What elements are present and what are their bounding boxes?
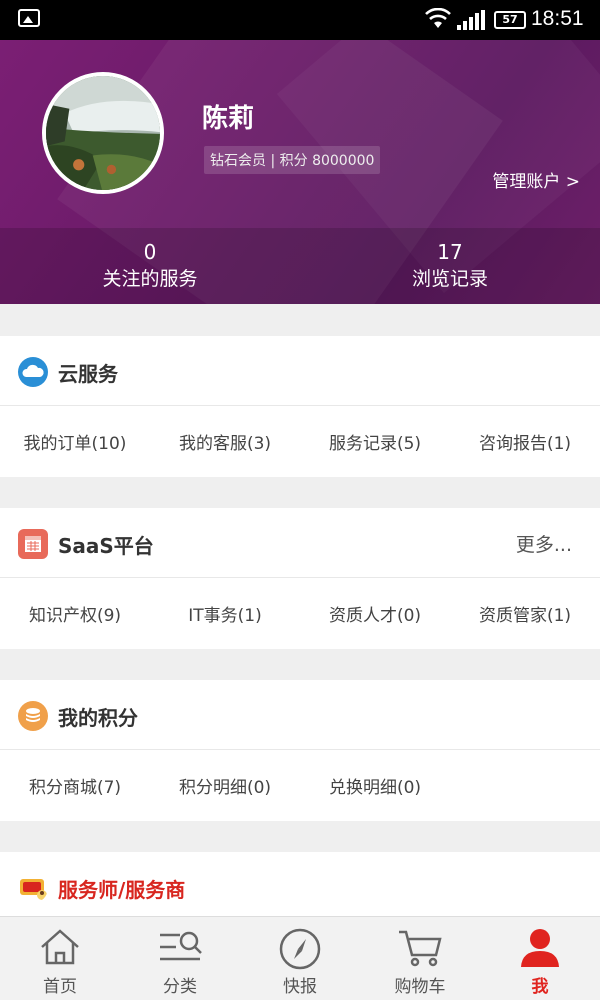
nav-label: 快报: [283, 977, 317, 997]
saas-platform-section: SaaS平台 更多... 知识产权(9) IT事务(1) 资质人才(0) 资质管…: [0, 508, 600, 649]
battery-icon: 57: [494, 11, 526, 29]
servicers-section[interactable]: 服务师/服务商: [0, 852, 600, 916]
nav-news[interactable]: 快报: [240, 917, 360, 1000]
user-name: 陈莉: [202, 104, 255, 134]
section-header: 云服务: [0, 336, 600, 406]
status-bar: 57 18:51: [0, 0, 600, 40]
nav-cart[interactable]: 购物车: [360, 917, 480, 1000]
membership-info: 钻石会员 | 积分 8000000: [204, 146, 381, 174]
section-header: 我的积分: [0, 680, 600, 750]
nav-category[interactable]: 分类: [120, 917, 240, 1000]
manage-account-link[interactable]: 管理账户 >: [492, 167, 580, 192]
nav-label: 我: [531, 977, 549, 997]
calendar-icon: [18, 529, 48, 559]
cloud-services-section: 云服务 我的订单(10) 我的客服(3) 服务记录(5) 咨询报告(1): [0, 336, 600, 477]
compass-icon: [279, 928, 321, 970]
service-records-link[interactable]: 服务记录(5): [300, 429, 450, 454]
profile-header: 陈莉 钻石会员 | 积分 8000000 管理账户 > 0 关注的服务 17 浏…: [0, 40, 600, 304]
followed-services-stat[interactable]: 0 关注的服务: [0, 228, 300, 304]
ip-link[interactable]: 知识产权(9): [0, 601, 150, 626]
section-items: 积分商城(7) 积分明细(0) 兑换明细(0): [0, 750, 600, 821]
section-title: SaaS平台: [58, 534, 154, 558]
gallery-notification-icon: [18, 9, 40, 27]
cloud-icon: [18, 357, 48, 387]
section-items: 我的订单(10) 我的客服(3) 服务记录(5) 咨询报告(1): [0, 406, 600, 477]
wifi-icon: [425, 8, 451, 28]
browse-history-stat[interactable]: 17 浏览记录: [300, 228, 600, 304]
coin-stack-icon: [18, 701, 48, 731]
qualification-manager-link[interactable]: 资质管家(1): [450, 601, 600, 626]
exchange-detail-link[interactable]: 兑换明细(0): [300, 773, 450, 798]
avatar[interactable]: [42, 72, 164, 194]
nav-me[interactable]: 我: [480, 917, 600, 1000]
section-header: SaaS平台 更多...: [0, 508, 600, 578]
section-header: 服务师/服务商: [0, 852, 600, 922]
home-icon: [41, 929, 79, 965]
stat-label: 浏览记录: [411, 268, 488, 290]
points-mall-link[interactable]: 积分商城(7): [0, 773, 150, 798]
my-points-section: 我的积分 积分商城(7) 积分明细(0) 兑换明细(0): [0, 680, 600, 821]
section-title: 我的积分: [58, 706, 138, 730]
servicer-icon: [20, 879, 47, 900]
person-icon: [521, 929, 559, 967]
it-affairs-link[interactable]: IT事务(1): [150, 601, 300, 626]
stat-label: 关注的服务: [102, 268, 198, 290]
stat-value: 0: [143, 240, 157, 264]
points-detail-link[interactable]: 积分明细(0): [150, 773, 300, 798]
category-search-icon: [160, 931, 202, 961]
bottom-navigation: 首页 分类 快报 购物车 我: [0, 916, 600, 1000]
section-title: 云服务: [58, 362, 118, 386]
nav-label: 首页: [43, 977, 77, 997]
nav-label: 购物车: [394, 977, 446, 997]
my-support-link[interactable]: 我的客服(3): [150, 429, 300, 454]
more-link[interactable]: 更多...: [516, 530, 572, 557]
my-orders-link[interactable]: 我的订单(10): [0, 429, 150, 454]
clock: 18:51: [531, 7, 584, 30]
waterfall-landscape-image: [46, 76, 160, 190]
qualified-talent-link[interactable]: 资质人才(0): [300, 601, 450, 626]
signal-icon: [457, 10, 485, 30]
stat-value: 17: [437, 240, 463, 264]
section-items: 知识产权(9) IT事务(1) 资质人才(0) 资质管家(1): [0, 578, 600, 649]
cart-icon: [399, 930, 442, 967]
consult-reports-link[interactable]: 咨询报告(1): [450, 429, 600, 454]
section-title: 服务师/服务商: [58, 878, 186, 902]
stats-band: 0 关注的服务 17 浏览记录: [0, 228, 600, 304]
nav-home[interactable]: 首页: [0, 917, 120, 1000]
nav-label: 分类: [163, 977, 197, 997]
